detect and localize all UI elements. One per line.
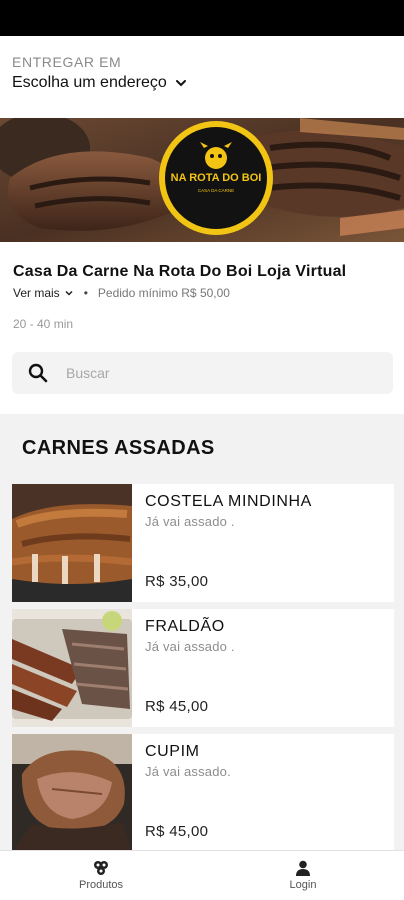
bottom-nav: Produtos Login <box>0 850 404 900</box>
status-bar <box>0 0 404 36</box>
search-bar[interactable] <box>12 352 393 394</box>
product-description: Já vai assado . <box>145 639 235 654</box>
product-name: FRALDÃO <box>145 618 225 635</box>
search-input[interactable] <box>66 365 346 381</box>
product-info: FRALDÃO Já vai assado . R$ 45,00 <box>132 609 394 727</box>
products-icon <box>94 861 108 875</box>
user-icon <box>296 860 310 876</box>
chevron-down-icon <box>65 290 73 296</box>
product-name: COSTELA MINDINHA <box>145 493 312 510</box>
product-image <box>12 609 132 727</box>
product-price: R$ 45,00 <box>145 698 209 715</box>
separator-dot: • <box>83 286 88 300</box>
chevron-down-icon <box>175 80 186 87</box>
see-more-label: Ver mais <box>13 286 60 300</box>
address-text: Escolha um endereço <box>12 74 167 91</box>
product-image <box>12 734 132 852</box>
nav-label: Login <box>289 879 317 891</box>
logo-text: NA ROTA DO BOI <box>171 172 262 184</box>
search-icon <box>28 363 48 383</box>
nav-item-produtos[interactable]: Produtos <box>0 851 202 900</box>
see-more-link[interactable]: Ver mais <box>13 286 74 300</box>
store-banner: NA ROTA DO BOI CASA DA CARNE <box>0 118 404 242</box>
store-meta: Ver mais • Pedido mínimo R$ 50,00 <box>13 286 230 300</box>
logo-subtext: CASA DA CARNE <box>198 188 234 193</box>
product-image <box>12 484 132 602</box>
product-card[interactable]: FRALDÃO Já vai assado . R$ 45,00 <box>12 609 394 727</box>
deliver-label: ENTREGAR EM <box>12 54 122 70</box>
delivery-address-section: ENTREGAR EM Escolha um endereço <box>12 54 187 92</box>
nav-label: Produtos <box>78 879 124 891</box>
product-card[interactable]: COSTELA MINDINHA Já vai assado . R$ 35,0… <box>12 484 394 602</box>
category-title: CARNES ASSADAS <box>22 437 215 459</box>
min-order: Pedido mínimo R$ 50,00 <box>97 286 230 300</box>
delivery-time: 20 - 40 min <box>13 317 74 331</box>
product-list: COSTELA MINDINHA Já vai assado . R$ 35,0… <box>12 484 394 859</box>
product-description: Já vai assado . <box>145 514 235 529</box>
meat-banner-image: NA ROTA DO BOI CASA DA CARNE <box>0 118 404 242</box>
product-info: COSTELA MINDINHA Já vai assado . R$ 35,0… <box>132 484 394 602</box>
product-info: CUPIM Já vai assado. R$ 45,00 <box>132 734 394 852</box>
store-name: Casa Da Carne Na Rota Do Boi Loja Virtua… <box>13 263 347 280</box>
product-description: Já vai assado. <box>145 764 231 779</box>
product-name: CUPIM <box>145 743 200 760</box>
product-price: R$ 45,00 <box>145 823 209 840</box>
product-price: R$ 35,00 <box>145 573 209 590</box>
address-selector[interactable]: Escolha um endereço <box>12 74 187 92</box>
product-card[interactable]: CUPIM Já vai assado. R$ 45,00 <box>12 734 394 852</box>
nav-item-login[interactable]: Login <box>202 851 404 900</box>
